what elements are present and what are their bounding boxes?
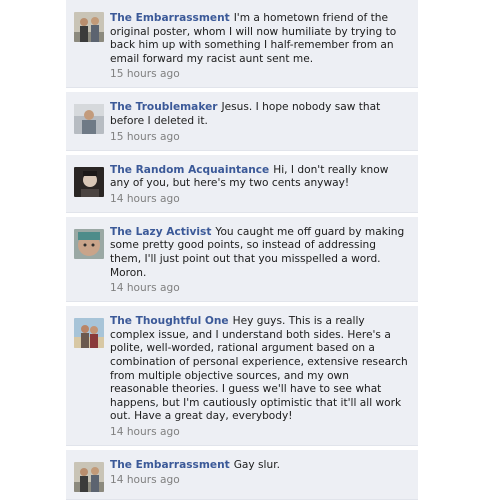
avatar[interactable] xyxy=(74,228,104,259)
comment-author-link[interactable]: The Embarrassment xyxy=(110,459,230,471)
comment-thread: The Embarrassment I'm a hometown friend o… xyxy=(66,0,418,500)
comment-text: Gay slur. xyxy=(233,458,280,471)
comment-author-link[interactable]: The Troublemaker xyxy=(110,101,218,113)
avatar[interactable] xyxy=(74,166,104,197)
comment-text: Hey guys. This is a really complex issue… xyxy=(110,315,408,423)
comment-timestamp[interactable]: 15 hours ago xyxy=(110,68,410,81)
avatar[interactable] xyxy=(74,318,104,349)
avatar[interactable] xyxy=(74,461,104,492)
comment: The Troublemaker Jesus. I hope nobody saw… xyxy=(66,92,418,151)
comment: The Lazy Activist You caught me off guard… xyxy=(66,216,418,303)
comment-timestamp[interactable]: 14 hours ago xyxy=(110,474,410,487)
comment-timestamp[interactable]: 15 hours ago xyxy=(110,131,410,144)
comment: The Thoughtful One Hey guys. This is a re… xyxy=(66,306,418,446)
comment-author-link[interactable]: The Thoughtful One xyxy=(110,315,229,327)
comment-author-link[interactable]: The Random Acquaintance xyxy=(110,164,269,176)
comment-timestamp[interactable]: 14 hours ago xyxy=(110,282,410,295)
comment: The Embarrassment I'm a hometown friend o… xyxy=(66,0,418,89)
comment: The Random Acquaintance Hi, I don't reall… xyxy=(66,154,418,213)
avatar[interactable] xyxy=(74,12,104,42)
comment: The Embarrassment Gay slur. 14 hours ago xyxy=(66,449,418,500)
comment-author-link[interactable]: The Embarrassment xyxy=(110,12,230,24)
comment-author-link[interactable]: The Lazy Activist xyxy=(110,226,211,238)
comment-timestamp[interactable]: 14 hours ago xyxy=(110,193,410,206)
avatar[interactable] xyxy=(74,104,104,135)
